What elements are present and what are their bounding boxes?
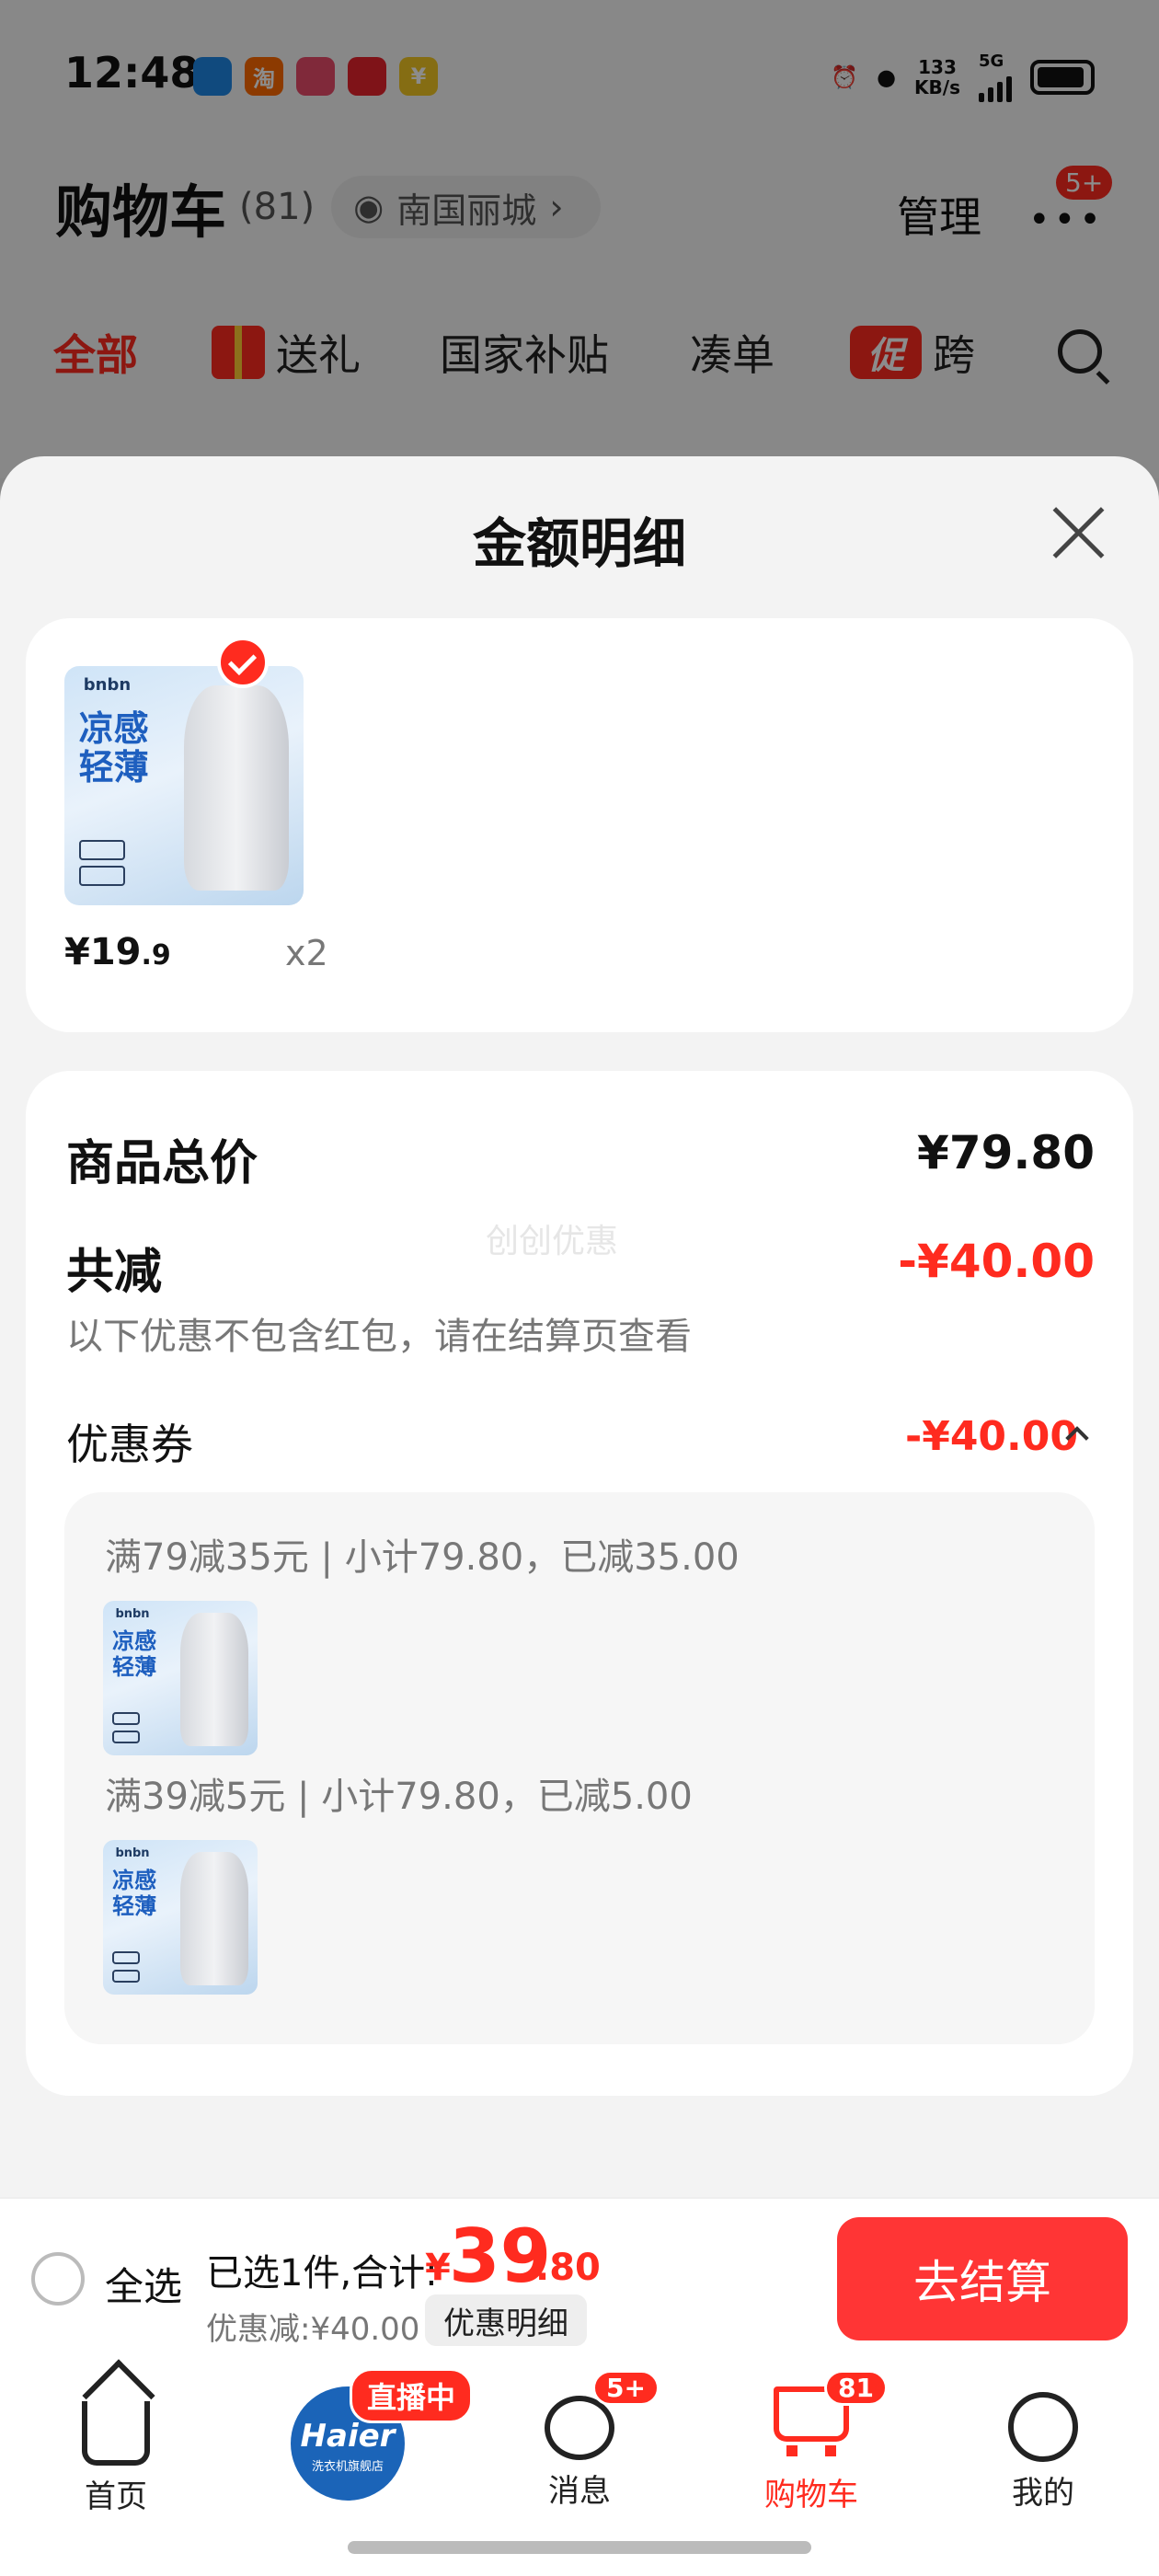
coupon-product-image: bnbn 凉感 轻薄	[103, 1840, 258, 1995]
cart-badge: 81	[824, 2370, 888, 2406]
coupon-rule: 满39减5元 | 小计79.80，已减5.00	[105, 1776, 693, 1818]
select-all-label[interactable]: 全选	[105, 2256, 182, 2312]
user-icon	[1008, 2392, 1078, 2462]
discount-summary: 优惠减:¥40.00	[206, 2311, 420, 2348]
messages-badge: 5+	[592, 2370, 660, 2406]
total-price-value: ¥79.80	[917, 1126, 1095, 1179]
coupon-details: 满79减35元 | 小计79.80，已减35.00 bnbn 凉感 轻薄 满39…	[64, 1492, 1095, 2044]
chat-icon	[545, 2396, 614, 2460]
sheet-title: 金额明细	[472, 512, 686, 575]
coupon-rule: 满79减35元 | 小计79.80，已减35.00	[105, 1536, 740, 1579]
home-indicator[interactable]	[348, 2541, 811, 2554]
coupon-value[interactable]: -¥40.00	[905, 1413, 1078, 1460]
watermark: 创创优惠	[486, 1223, 619, 1260]
reduction-label: 共减	[66, 1245, 163, 1300]
checkout-bar: 全选 已选1件,合计: ¥ 39 .80 优惠减:¥40.00 优惠明细 去结算	[0, 2197, 1159, 2357]
tab-home[interactable]: 首页	[33, 2377, 199, 2516]
item-quantity: x2	[285, 933, 328, 973]
total-decimal: .80	[535, 2247, 601, 2289]
checkmark-icon	[217, 637, 269, 688]
coupon-label: 优惠券	[66, 1420, 193, 1469]
select-all-radio[interactable]	[31, 2252, 85, 2306]
pants-graphic	[184, 684, 290, 891]
total-currency: ¥	[425, 2247, 451, 2289]
item-price: ¥19.9	[64, 931, 171, 973]
reduction-value: -¥40.00	[898, 1235, 1095, 1288]
product-image[interactable]: bnbn 凉感 轻薄	[64, 666, 304, 905]
tab-messages[interactable]: 5+ 消息	[497, 2370, 662, 2511]
price-breakdown-card: 商品总价 ¥79.80 共减 -¥40.00 创创优惠 以下优惠不包含红包，请在…	[26, 1071, 1133, 2096]
coupon-product-image: bnbn 凉感 轻薄	[103, 1601, 258, 1755]
total-price-label: 商品总价	[66, 1136, 258, 1191]
home-icon	[82, 2401, 150, 2466]
checkout-button[interactable]: 去结算	[837, 2217, 1128, 2340]
discount-detail-button[interactable]: 优惠明细	[425, 2294, 587, 2346]
selected-items-card: bnbn 凉感 轻薄 ¥19.9 x2	[26, 618, 1133, 1032]
tab-me[interactable]: 我的	[960, 2377, 1126, 2513]
selection-summary: 已选1件,合计:	[206, 2252, 438, 2294]
discount-note: 以下优惠不包含红包，请在结算页查看	[66, 1316, 692, 1358]
live-badge: 直播中	[350, 2368, 474, 2423]
close-icon[interactable]	[1049, 502, 1109, 563]
tab-cart[interactable]: 81 购物车	[729, 2370, 894, 2514]
price-detail-sheet: 金额明细 bnbn 凉感 轻薄 ¥19.9 x2 商品总价 ¥79.80 共减 …	[0, 456, 1159, 2204]
